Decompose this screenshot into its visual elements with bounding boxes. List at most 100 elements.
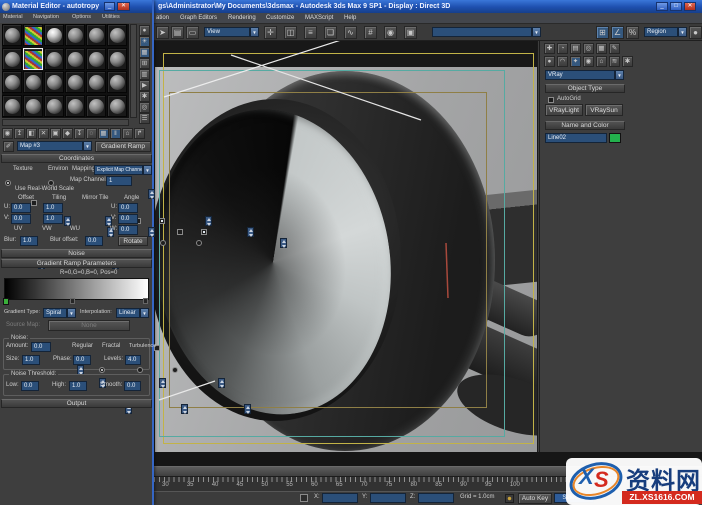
x-coordinate-field[interactable] bbox=[322, 493, 358, 503]
create-tab-icon[interactable]: ✚ bbox=[544, 43, 555, 54]
object-name-field[interactable]: Line02 bbox=[545, 133, 607, 143]
select-object-icon[interactable]: ➤ bbox=[156, 26, 169, 39]
assign-material-to-selection-icon[interactable]: ◧ bbox=[26, 128, 37, 139]
material-editor-icon[interactable]: ◉ bbox=[384, 26, 397, 39]
w-angle-spinner[interactable] bbox=[280, 238, 288, 248]
blur-field[interactable]: 1.0 bbox=[20, 236, 38, 246]
u-angle-field[interactable]: 0.0 bbox=[118, 203, 138, 213]
make-unique-icon[interactable]: ◆ bbox=[62, 128, 73, 139]
map-channel-field[interactable]: 1 bbox=[106, 176, 132, 186]
source-map-none-button[interactable]: None bbox=[48, 320, 130, 331]
levels-field[interactable]: 4.0 bbox=[125, 355, 141, 365]
u-tile-checkbox[interactable] bbox=[158, 218, 165, 225]
reset-map-icon[interactable]: ✕ bbox=[38, 128, 49, 139]
fractal-radio[interactable] bbox=[136, 367, 143, 374]
camera-viewport[interactable] bbox=[154, 41, 538, 452]
rotate-button[interactable]: Rotate bbox=[118, 236, 148, 246]
vraysun-button[interactable]: VRaySun bbox=[585, 104, 623, 116]
material-map-navigator-icon[interactable]: ☰ bbox=[139, 113, 150, 124]
render-region-dropdown[interactable]: Region bbox=[644, 27, 678, 37]
sample-slot[interactable] bbox=[2, 24, 22, 46]
z-coordinate-field[interactable] bbox=[418, 493, 454, 503]
geometry-category-icon[interactable]: ● bbox=[544, 56, 555, 67]
phase-spinner[interactable] bbox=[158, 378, 166, 388]
sample-slot-active[interactable] bbox=[23, 47, 43, 70]
v-tiling-spinner[interactable] bbox=[147, 227, 155, 237]
menu-rendering[interactable]: Rendering bbox=[228, 15, 256, 21]
angle-snap-icon[interactable]: ∠ bbox=[611, 26, 624, 39]
mapping-arrow-icon[interactable] bbox=[143, 165, 152, 175]
menu-maxscript[interactable]: MAXScript bbox=[305, 15, 333, 21]
show-end-result-icon[interactable]: ‖ bbox=[110, 128, 121, 139]
gradient-ramp-rollout-bar[interactable]: Gradient Ramp Parameters bbox=[1, 259, 152, 268]
percent-snap-icon[interactable]: % bbox=[626, 26, 639, 39]
sample-slot-textured[interactable] bbox=[23, 24, 43, 46]
sample-slot[interactable] bbox=[86, 47, 106, 70]
material-name-dropdown[interactable]: Map #3 bbox=[17, 141, 83, 151]
mapping-dropdown[interactable]: Explicit Map Channel bbox=[94, 165, 143, 175]
u-offset-field[interactable]: 0.0 bbox=[11, 203, 31, 213]
video-color-check-icon[interactable]: ▥ bbox=[139, 69, 150, 80]
display-tab-icon[interactable]: ▦ bbox=[596, 43, 607, 54]
category-dropdown-arrow-icon[interactable] bbox=[615, 70, 624, 80]
schematic-view-icon[interactable]: # bbox=[364, 26, 377, 39]
size-field[interactable]: 1.0 bbox=[22, 355, 40, 365]
cameras-category-icon[interactable]: ◉ bbox=[583, 56, 594, 67]
sample-slot[interactable] bbox=[23, 71, 43, 93]
go-to-parent-icon[interactable]: ⌂ bbox=[122, 128, 133, 139]
gradient-ramp-bar[interactable] bbox=[4, 278, 149, 300]
object-category-dropdown[interactable]: VRay bbox=[545, 70, 615, 80]
view-reference-dropdown[interactable]: View bbox=[204, 27, 250, 37]
v-mirror-checkbox[interactable] bbox=[177, 229, 184, 236]
gradient-type-dropdown[interactable]: Spiral bbox=[43, 308, 67, 318]
amount-field[interactable]: 0.0 bbox=[31, 342, 51, 352]
modify-tab-icon[interactable]: ◔ bbox=[557, 43, 568, 54]
gradient-flag-start[interactable] bbox=[3, 298, 9, 305]
sample-slot[interactable] bbox=[107, 71, 127, 93]
slot-vertical-scrollbar[interactable] bbox=[130, 24, 137, 118]
coordinates-rollout-bar[interactable]: Coordinates bbox=[1, 154, 152, 163]
make-material-copy-icon[interactable]: ▣ bbox=[50, 128, 61, 139]
object-color-swatch[interactable] bbox=[609, 133, 621, 143]
high-spinner[interactable] bbox=[181, 404, 189, 414]
sample-slot[interactable] bbox=[23, 94, 43, 117]
interpolation-arrow-icon[interactable] bbox=[140, 308, 149, 318]
w-angle-field[interactable]: 0.0 bbox=[118, 225, 138, 235]
layer-manager-icon[interactable]: ❏ bbox=[324, 26, 337, 39]
material-id-channel-icon[interactable]: ◌ bbox=[86, 128, 97, 139]
align-icon[interactable]: ≡ bbox=[304, 26, 317, 39]
menu-animation[interactable]: ation bbox=[156, 15, 169, 21]
put-to-library-icon[interactable]: ↧ bbox=[74, 128, 85, 139]
vraylight-button[interactable]: VRayLight bbox=[545, 104, 583, 116]
selection-set-arrow-icon[interactable] bbox=[532, 27, 541, 37]
menu-customize[interactable]: Customize bbox=[266, 15, 294, 21]
utilities-tab-icon[interactable]: ✎ bbox=[609, 43, 620, 54]
options-icon[interactable]: ✱ bbox=[139, 91, 150, 102]
sample-type-icon[interactable]: ● bbox=[139, 25, 150, 36]
pick-material-from-object-icon[interactable]: ✐ bbox=[3, 141, 14, 152]
material-editor-window[interactable]: Material Editor - autotropy _ ✕ Material… bbox=[0, 0, 288, 505]
sample-slot[interactable] bbox=[65, 94, 85, 117]
turbulence-radio[interactable] bbox=[171, 367, 178, 374]
menu-help[interactable]: Help bbox=[344, 15, 356, 21]
hierarchy-tab-icon[interactable]: ▤ bbox=[570, 43, 581, 54]
motion-tab-icon[interactable]: ◎ bbox=[583, 43, 594, 54]
blur-offset-field[interactable]: 0.0 bbox=[85, 236, 103, 246]
sample-slot[interactable] bbox=[44, 47, 64, 70]
sample-slot[interactable] bbox=[65, 24, 85, 46]
me-close-button[interactable]: ✕ bbox=[117, 2, 130, 11]
u-tiling-field[interactable]: 1.0 bbox=[43, 203, 63, 213]
sample-slot[interactable] bbox=[44, 94, 64, 117]
noise-rollout-bar[interactable]: Noise bbox=[1, 249, 152, 258]
make-preview-icon[interactable]: ▶ bbox=[139, 80, 150, 91]
sample-slot-highlight[interactable] bbox=[44, 24, 64, 46]
auto-key-button[interactable]: Auto Key bbox=[518, 493, 552, 504]
select-by-name-icon[interactable]: ▤ bbox=[171, 26, 184, 39]
sample-uv-tiling-icon[interactable]: ⊞ bbox=[139, 58, 150, 69]
smooth-field[interactable]: 0.0 bbox=[124, 381, 141, 391]
select-by-material-icon[interactable]: ◎ bbox=[139, 102, 150, 113]
v-angle-field[interactable]: 0.0 bbox=[118, 214, 138, 224]
maximize-button[interactable]: □ bbox=[670, 2, 682, 11]
spacewarps-category-icon[interactable]: ≋ bbox=[609, 56, 620, 67]
interpolation-dropdown[interactable]: Linear bbox=[116, 308, 140, 318]
